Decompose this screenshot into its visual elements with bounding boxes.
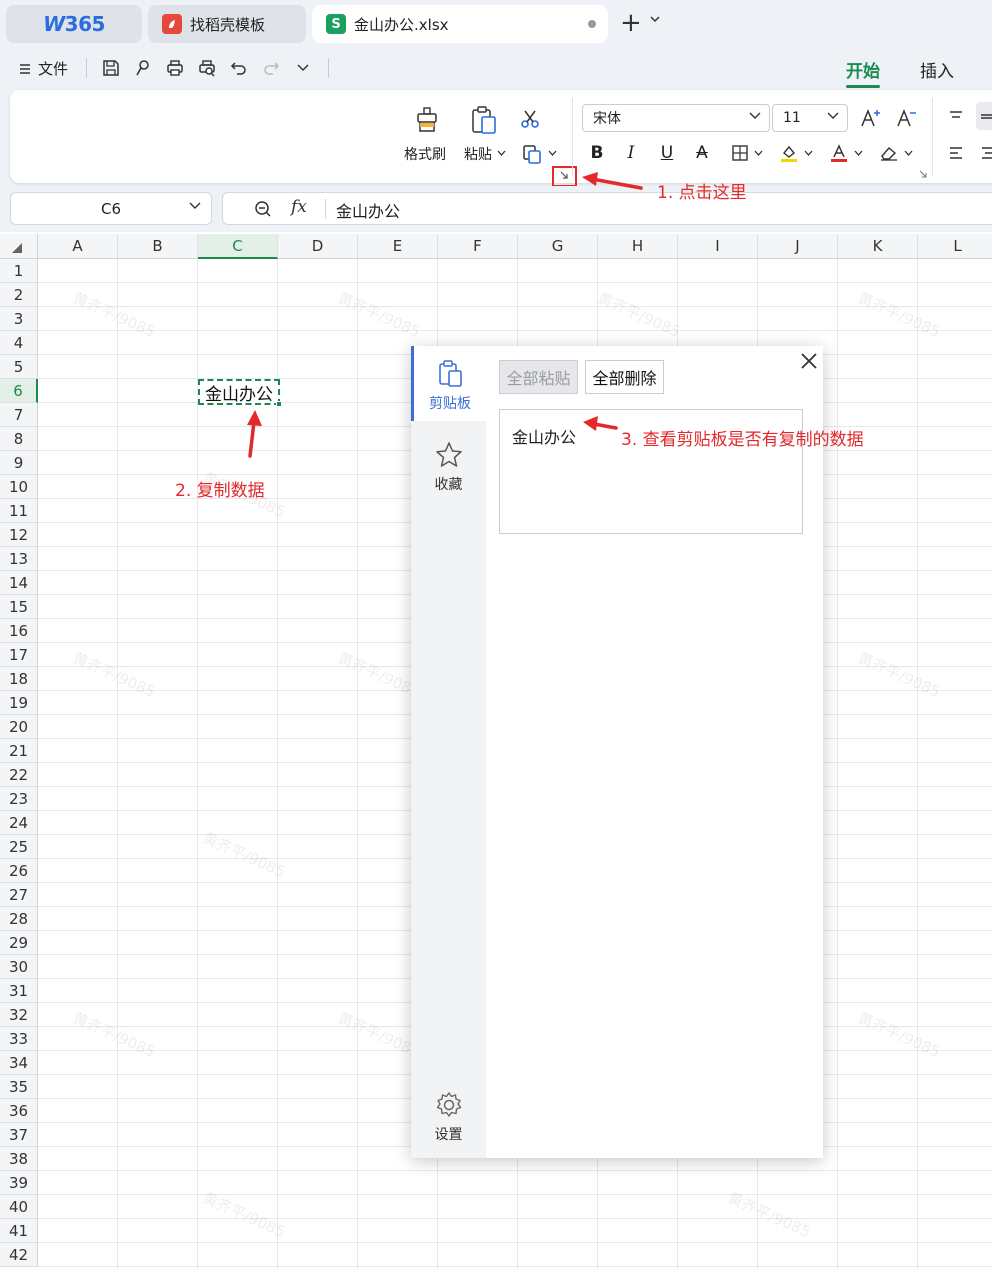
annotation-step-3: 3. 查看剪贴板是否有复制的数据 <box>621 430 864 450</box>
annotation-step-2: 2. 复制数据 <box>175 481 265 501</box>
annotation-arrowhead-1 <box>582 172 598 186</box>
annotation-arrow-2 <box>248 420 256 458</box>
annotation-arrowhead-3 <box>583 416 598 431</box>
annotation-step-1: 1. 点击这里 <box>657 183 747 203</box>
annotation-arrowhead-2 <box>247 410 262 426</box>
annotation-arrow-1 <box>590 177 643 190</box>
annotation-arrows <box>247 172 643 458</box>
annotation-arrow-3 <box>592 422 618 430</box>
